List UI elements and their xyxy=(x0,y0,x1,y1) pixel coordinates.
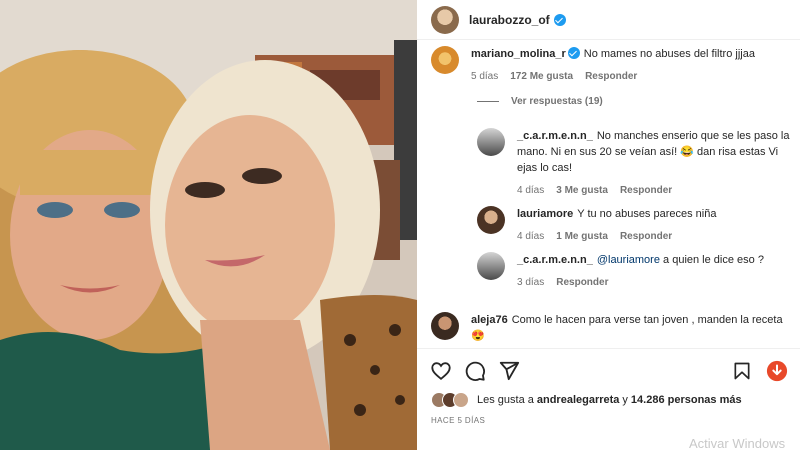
reply-username[interactable]: lauriamore xyxy=(517,208,573,220)
likes-summary[interactable]: Les gusta a andrealegarreta y 14.286 per… xyxy=(431,392,745,408)
reply-text-line: ejas lo cas! xyxy=(517,162,573,174)
verified-icon xyxy=(553,13,566,26)
likes-count[interactable]: 14.286 personas más xyxy=(631,394,742,406)
reply-text-line: mano. Ni en sus 20 se veían así! 😂 dan r… xyxy=(517,146,779,158)
like-button[interactable] xyxy=(429,359,453,383)
reply-likes[interactable]: 3 Me gusta xyxy=(556,183,608,199)
heart-icon xyxy=(431,362,451,380)
comment-username[interactable]: aleja76 xyxy=(471,314,508,326)
reply-item: _c.a.r.m.e.n.n_ No manches enserio que se… xyxy=(477,128,800,199)
bookmark-icon xyxy=(734,362,750,380)
reply-time[interactable]: 3 días xyxy=(517,275,544,291)
photo-illustration xyxy=(0,0,417,450)
reply-username[interactable]: _c.a.r.m.e.n.n_ xyxy=(517,130,593,142)
comment-text: Como le hacen para verse tan joven , man… xyxy=(511,314,783,326)
download-icon xyxy=(766,360,788,382)
comment-item: aleja76 Como le hacen para verse tan jove… xyxy=(431,312,800,344)
post-side-panel: laurabozzo_of mariano_molina_r No mames n… xyxy=(417,0,800,450)
commenter-avatar[interactable] xyxy=(477,206,505,234)
reply-button[interactable]: Responder xyxy=(620,229,672,245)
verified-icon xyxy=(567,47,580,59)
reply-button[interactable]: Responder xyxy=(585,69,637,85)
comments-list[interactable]: mariano_molina_r No mames no abuses del f… xyxy=(417,40,800,346)
comment-time[interactable]: 5 días xyxy=(471,69,498,85)
windows-watermark: Activar Windows xyxy=(689,436,786,450)
action-bar xyxy=(417,348,800,390)
comment-button[interactable] xyxy=(463,359,487,383)
reply-username[interactable]: _c.a.r.m.e.n.n_ xyxy=(517,254,593,266)
commenter-avatar[interactable] xyxy=(431,46,459,74)
post-author-username[interactable]: laurabozzo_of xyxy=(469,13,550,27)
comment-text: No mames no abuses del filtro jjjaa xyxy=(583,48,755,60)
commenter-avatar[interactable] xyxy=(477,128,505,156)
download-button[interactable] xyxy=(765,359,789,383)
divider xyxy=(477,101,499,102)
reply-button[interactable]: Responder xyxy=(556,275,608,291)
reply-likes[interactable]: 1 Me gusta xyxy=(556,229,608,245)
likes-user[interactable]: andrealegarreta xyxy=(537,394,620,406)
commenter-avatar[interactable] xyxy=(477,252,505,280)
reply-time[interactable]: 4 días xyxy=(517,183,544,199)
view-replies-label: Ver respuestas (19) xyxy=(511,96,603,107)
reply-button[interactable]: Responder xyxy=(620,183,672,199)
comment-emoji: 😍 xyxy=(471,330,485,342)
save-button[interactable] xyxy=(730,359,754,383)
reply-text: No manches enserio que se les paso la xyxy=(596,130,790,142)
share-button[interactable] xyxy=(497,359,521,383)
view-replies-button[interactable]: Ver respuestas (19) xyxy=(477,96,603,107)
comment-username[interactable]: mariano_molina_r xyxy=(471,48,566,60)
reply-time[interactable]: 4 días xyxy=(517,229,544,245)
post-photo xyxy=(0,0,417,450)
post-author-avatar[interactable] xyxy=(431,5,459,34)
reply-text: a quien le dice eso ? xyxy=(663,254,764,266)
comment-icon xyxy=(465,361,485,381)
reply-text: Y tu no abuses pareces niña xyxy=(577,208,717,220)
comment-item: mariano_molina_r No mames no abuses del f… xyxy=(431,46,755,85)
likes-prefix: Les gusta a xyxy=(477,394,534,406)
comment-likes[interactable]: 172 Me gusta xyxy=(510,69,573,85)
liker-avatars xyxy=(431,392,469,408)
commenter-avatar[interactable] xyxy=(431,312,459,340)
post-time[interactable]: HACE 5 DÍAS xyxy=(431,416,485,425)
reply-item: lauriamore Y tu no abuses pareces niña 4 … xyxy=(477,206,716,245)
reply-mention[interactable]: @lauriamore xyxy=(597,254,660,266)
likes-conj: y xyxy=(622,394,628,406)
post-header: laurabozzo_of xyxy=(417,0,800,40)
share-icon xyxy=(499,361,520,381)
reply-item: _c.a.r.m.e.n.n_ @lauriamore a quien le di… xyxy=(477,252,764,291)
avatar xyxy=(453,392,469,408)
